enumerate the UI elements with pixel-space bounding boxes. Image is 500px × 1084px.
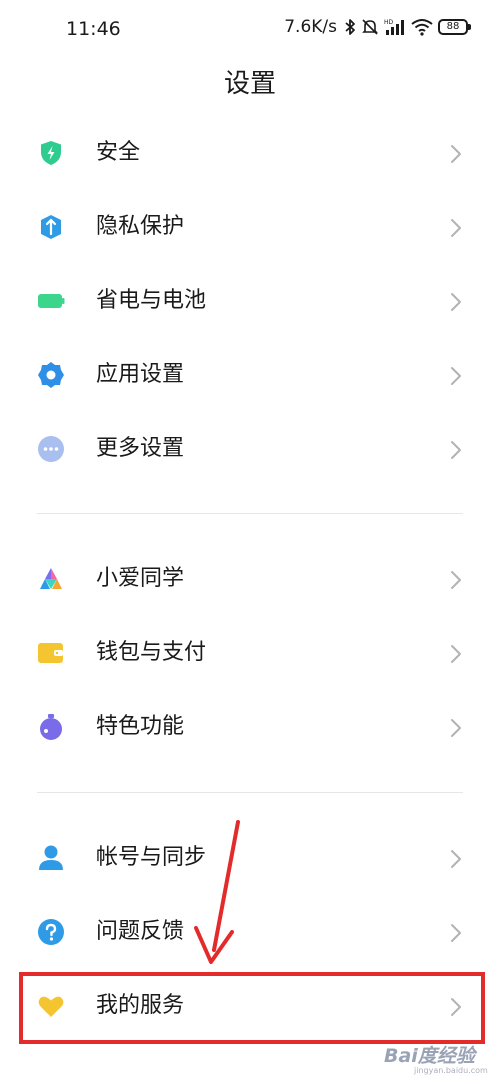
chevron-right-icon [449,996,463,1018]
heart-icon [37,992,65,1020]
wallet-icon [37,639,65,667]
settings-item-features[interactable]: 特色功能 [0,692,500,762]
status-indicators: 7.6K/s HD 88 [284,17,471,37]
settings-item-my-services[interactable]: 我的服务 [0,971,500,1041]
settings-item-label: 我的服务 [96,993,185,1018]
xiaoai-icon [37,565,65,593]
feedback-icon [37,918,65,946]
settings-item-label: 应用设置 [96,362,185,387]
page-title: 设置 [223,69,276,99]
settings-item-label: 小爱同学 [96,566,185,591]
section-divider [37,513,463,514]
settings-item-xiaoai[interactable]: 小爱同学 [0,544,500,614]
battery-icon: 88 [438,19,471,35]
settings-item-label: 问题反馈 [96,919,185,944]
chevron-right-icon [449,439,463,461]
feature-icon [37,713,65,741]
settings-item-wallet[interactable]: 钱包与支付 [0,618,500,688]
settings-item-label: 钱包与支付 [96,640,207,665]
shield-icon [37,139,65,167]
network-speed: 7.6K/s [284,17,337,37]
chevron-right-icon [449,717,463,739]
chevron-right-icon [449,922,463,944]
settings-item-label: 隐私保护 [96,214,185,239]
chevron-right-icon [449,291,463,313]
settings-item-label: 特色功能 [96,714,185,739]
chevron-right-icon [449,365,463,387]
chevron-right-icon [449,143,463,165]
status-time: 11:46 [66,18,121,40]
privacy-icon [37,213,65,241]
status-bar: 11:46 7.6K/s HD 88 [0,0,500,60]
settings-item-feedback[interactable]: 问题反馈 [0,897,500,967]
settings-item-label: 省电与电池 [96,288,207,313]
settings-item-label: 帐号与同步 [96,845,207,870]
app-settings-icon [37,361,65,389]
mute-icon [361,18,379,36]
settings-item-app-settings[interactable]: 应用设置 [0,340,500,410]
section-divider [37,792,463,793]
svg-text:HD: HD [384,19,394,26]
watermark-url: jingyan.baidu.com [414,1066,488,1075]
wifi-icon [411,18,433,36]
chevron-right-icon [449,643,463,665]
settings-item-label: 安全 [96,140,141,165]
battery-saver-icon [37,287,65,315]
settings-item-security[interactable]: 安全 [0,118,500,188]
account-icon [37,844,65,872]
settings-item-more[interactable]: 更多设置 [0,414,500,484]
hd-signal-icon: HD [384,18,406,36]
chevron-right-icon [449,569,463,591]
settings-item-battery[interactable]: 省电与电池 [0,266,500,336]
settings-item-label: 更多设置 [96,436,185,461]
settings-item-account[interactable]: 帐号与同步 [0,823,500,893]
bluetooth-icon [344,18,356,36]
chevron-right-icon [449,848,463,870]
settings-item-privacy[interactable]: 隐私保护 [0,192,500,262]
chevron-right-icon [449,217,463,239]
more-settings-icon [37,435,65,463]
watermark-logo: Bai度经验 [384,1045,475,1067]
